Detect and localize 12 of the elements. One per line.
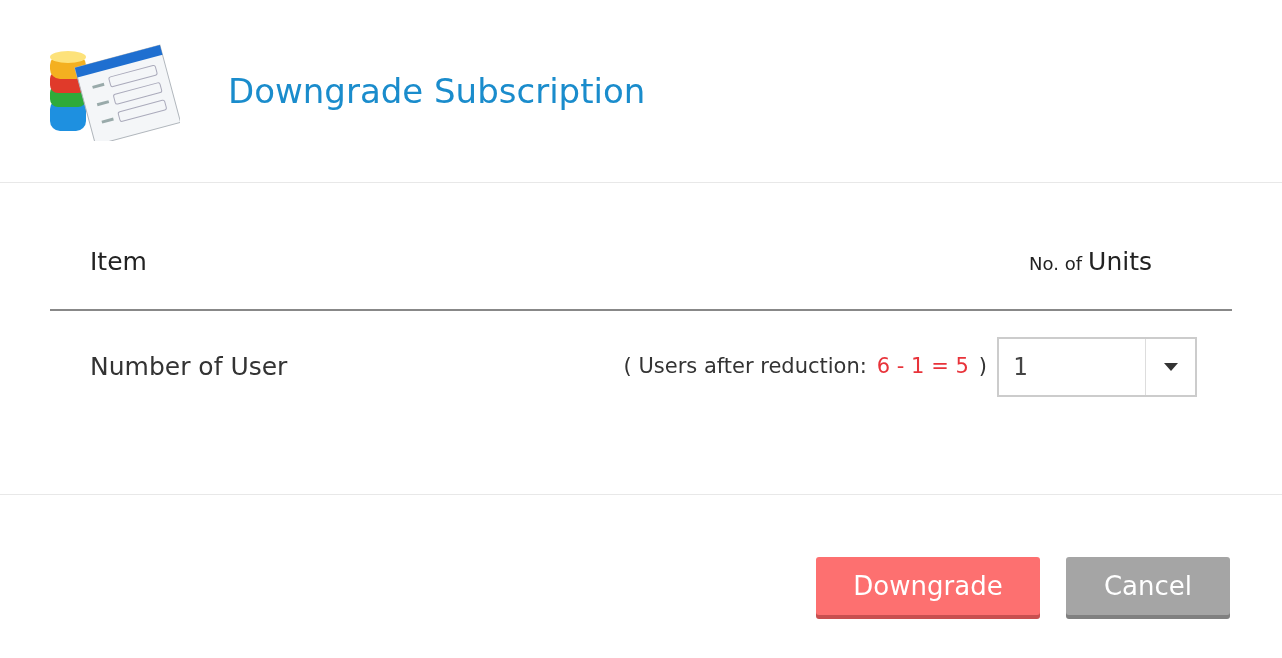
dialog-title: Downgrade Subscription [228, 69, 646, 113]
column-header-prefix: No. of [1029, 252, 1083, 276]
units-value: 1 [1012, 351, 1029, 383]
column-header: Item [90, 246, 147, 278]
item-label: Number of User [90, 350, 288, 383]
reduction-formula: 6 - 1 = 5 [876, 352, 969, 380]
reduction-note: ( Users after reduction: [623, 352, 867, 380]
units-select[interactable]: 1 [997, 336, 1197, 397]
database-form-icon [48, 41, 180, 141]
column-header: Units [1088, 246, 1152, 278]
caret-icon [1163, 362, 1178, 371]
reduction-note: ) [978, 352, 987, 380]
